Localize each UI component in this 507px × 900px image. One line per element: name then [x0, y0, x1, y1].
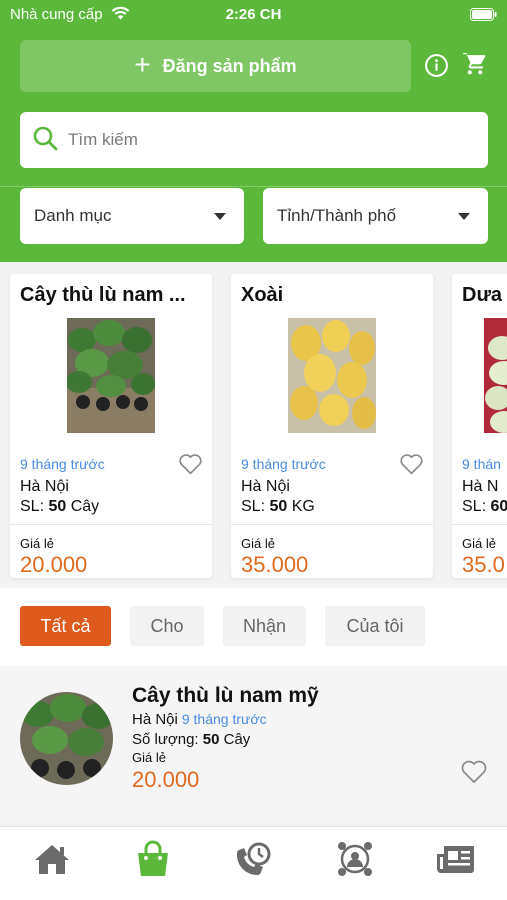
post-product-label: Đăng sản phẩm: [162, 55, 297, 76]
status-bar: Nhà cung cấp 2:26 CH: [0, 0, 507, 30]
heart-icon[interactable]: [178, 452, 203, 480]
list-item-title: Cây thù lù nam mỹ: [132, 684, 319, 707]
product-thumbnail: [20, 692, 113, 785]
tab-receive[interactable]: Nhận: [223, 606, 306, 646]
product-price: 20.000: [20, 552, 88, 577]
category-select-label: Danh mục: [34, 206, 112, 225]
product-title: Dưa: [462, 284, 503, 306]
list-item[interactable]: Cây thù lù nam mỹ Hà Nội 9 tháng trước Số…: [0, 666, 507, 824]
product-card[interactable]: Xoài 9 tháng trước Hà Nội SL: 50 KG Giá …: [231, 274, 433, 578]
tab-mine[interactable]: Của tôi: [325, 606, 425, 646]
cart-icon[interactable]: [462, 52, 487, 82]
nav-news[interactable]: [436, 841, 476, 881]
product-carousel[interactable]: Cây thù lù nam ... 9 tháng trước Hà Nội …: [0, 262, 507, 588]
chevron-down-icon: [214, 212, 226, 220]
tab-give[interactable]: Cho: [130, 606, 204, 646]
province-select-label: Tỉnh/Thành phố: [277, 206, 397, 225]
price-label: Giá lẻ: [20, 536, 54, 551]
contacts-network-icon: [336, 840, 374, 883]
post-product-button[interactable]: + Đăng sản phẩm: [20, 40, 411, 92]
divider: [452, 524, 507, 525]
phone-history-icon: [235, 840, 273, 883]
product-card[interactable]: Dưa 9 thán Hà N SL: 60 Giá lẻ 35.0: [452, 274, 507, 578]
price-label: Giá lẻ: [241, 536, 275, 551]
news-icon: [436, 842, 476, 881]
nav-call-history[interactable]: [234, 841, 274, 881]
tab-all[interactable]: Tất cả: [20, 606, 111, 646]
product-location: Hà Nội: [241, 478, 290, 495]
header-divider: [0, 186, 507, 187]
heart-icon[interactable]: [460, 758, 488, 789]
product-price: 35.000: [241, 552, 309, 577]
price-label: Giá lẻ: [132, 750, 166, 765]
product-title: Xoài: [241, 284, 284, 306]
product-time: 9 tháng trước: [20, 456, 105, 472]
search-icon: [32, 125, 58, 156]
price-label: Giá lẻ: [462, 536, 496, 551]
product-time: 9 tháng trước: [241, 456, 326, 472]
product-title: Cây thù lù nam ...: [20, 284, 186, 306]
bottom-navigation: [0, 826, 507, 900]
list-item-price: 20.000: [132, 767, 200, 792]
product-quantity: SL: 50 Cây: [20, 498, 100, 515]
divider: [10, 524, 212, 525]
search-input[interactable]: [68, 130, 448, 150]
search-box[interactable]: [20, 112, 488, 168]
list-item-quantity: Số lượng: 50 Cây: [132, 731, 251, 748]
info-icon[interactable]: [424, 53, 449, 83]
product-time: 9 thán: [462, 456, 501, 472]
product-price: 35.0: [462, 552, 505, 577]
shopping-bag-icon: [134, 840, 172, 883]
category-select[interactable]: Danh mục: [20, 188, 244, 244]
product-image: [66, 318, 155, 433]
province-select[interactable]: Tỉnh/Thành phố: [263, 188, 488, 244]
filter-tabs: Tất cả Cho Nhận Của tôi: [0, 588, 507, 666]
status-time: 2:26 CH: [225, 6, 282, 23]
nav-home[interactable]: [32, 841, 72, 881]
home-icon: [33, 842, 71, 881]
nav-contacts[interactable]: [335, 841, 375, 881]
product-card[interactable]: Cây thù lù nam ... 9 tháng trước Hà Nội …: [10, 274, 212, 578]
heart-icon[interactable]: [399, 452, 424, 480]
app-header: Nhà cung cấp 2:26 CH + Đăng sản phẩm Dan…: [0, 0, 507, 262]
battery-icon: [470, 8, 497, 25]
chevron-down-icon: [458, 212, 470, 220]
product-quantity: SL: 60: [462, 498, 507, 515]
product-location: Hà N: [462, 478, 499, 495]
product-image: [288, 318, 376, 433]
product-location: Hà Nội: [20, 478, 69, 495]
divider: [231, 524, 433, 525]
list-item-location: Hà Nội 9 tháng trước: [132, 711, 267, 728]
plus-icon: +: [134, 48, 151, 80]
nav-market[interactable]: [133, 840, 173, 883]
list-item-time: 9 tháng trước: [181, 711, 267, 727]
product-image: [484, 318, 507, 433]
product-quantity: SL: 50 KG: [241, 498, 315, 515]
